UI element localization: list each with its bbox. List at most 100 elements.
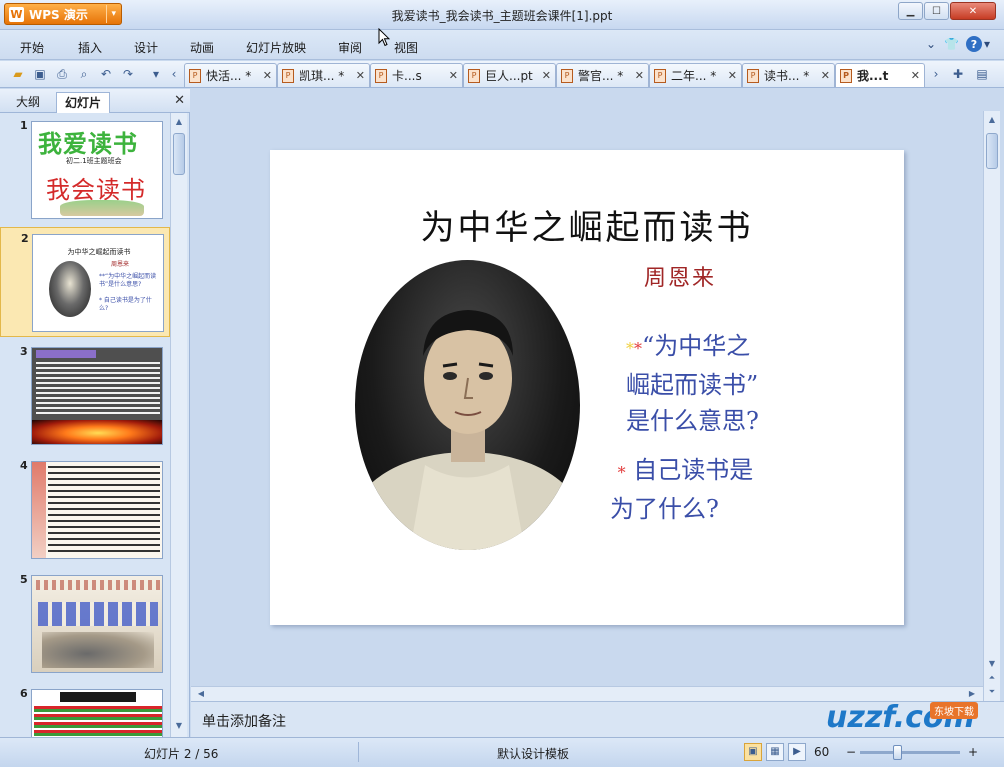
design-template-name[interactable]: 默认设计模板: [497, 745, 569, 762]
zoom-slider[interactable]: [860, 751, 960, 754]
slide-number: 3: [20, 345, 28, 358]
slide-thumbnail[interactable]: 6: [0, 683, 170, 737]
menu-start[interactable]: 开始: [20, 39, 44, 56]
help-icon[interactable]: ?: [966, 36, 982, 52]
doc-tab[interactable]: P 二年... * ✕: [649, 63, 742, 87]
doc-tab[interactable]: P 读书... * ✕: [742, 63, 835, 87]
book-image: [60, 200, 144, 216]
scroll-right-icon[interactable]: ▶: [965, 687, 979, 701]
slide-number: 2: [21, 232, 29, 245]
slide-sorter-icon[interactable]: ▦: [766, 743, 784, 761]
doc-tab-label: 二年... *: [671, 69, 717, 83]
menu-review[interactable]: 审阅: [338, 39, 362, 56]
previous-slide-icon[interactable]: ⏶: [985, 671, 999, 685]
ppt-file-icon: P: [189, 68, 201, 83]
slide-thumbnail[interactable]: 5: [0, 569, 170, 679]
scroll-down-icon[interactable]: ▼: [985, 657, 999, 671]
scroll-left-icon[interactable]: ◀: [194, 687, 208, 701]
slide-preview: 我爱读书 初二.1班主题班会 我会读书: [31, 121, 163, 219]
slide-title[interactable]: 为中华之崛起而读书: [270, 200, 904, 249]
notes-placeholder[interactable]: 单击添加备注: [202, 711, 286, 731]
close-panel-icon[interactable]: ✕: [174, 93, 185, 108]
doc-tab[interactable]: P 警官... * ✕: [556, 63, 649, 87]
editor-scrollbar[interactable]: ▲ ▼ ⏶ ⏷: [983, 111, 1000, 703]
portrait-image[interactable]: [355, 260, 580, 550]
slide-canvas[interactable]: 为中华之崛起而读书 周恩来 **“为中华之 崛起而读书” 是什么意思? * 自己…: [270, 150, 904, 625]
menu-animation[interactable]: 动画: [190, 39, 214, 56]
scroll-down-icon[interactable]: ▼: [172, 719, 186, 733]
scroll-thumb[interactable]: [986, 133, 998, 169]
scroll-up-icon[interactable]: ▲: [985, 113, 999, 127]
tab-outline[interactable]: 大纲: [8, 92, 48, 113]
doc-tab-label: 巨人...pt: [485, 69, 533, 83]
close-window-button[interactable]: ✕: [950, 2, 996, 20]
close-tab-icon[interactable]: ✕: [821, 69, 830, 82]
next-slide-icon[interactable]: ⏷: [985, 685, 999, 699]
close-tab-icon[interactable]: ✕: [911, 69, 920, 82]
slide-number: 6: [20, 687, 28, 700]
tabs-scroll-left-icon[interactable]: ‹: [166, 66, 182, 82]
menu-view[interactable]: 视图: [394, 39, 418, 56]
slide-thumbnail[interactable]: 3: [0, 341, 170, 451]
new-tab-plus-icon[interactable]: ✚: [950, 66, 966, 82]
window-title: 我爱读书_我会读书_主题班会课件[1].ppt: [391, 9, 613, 23]
slide-preview: [31, 575, 163, 673]
slides-panel: 大纲 幻灯片 ✕ 1 我爱读书 初二.1班主题班会 我会读书 2 为中华之崛起而…: [0, 89, 190, 737]
thumb-title: 我爱读书: [38, 129, 138, 158]
slide-thumbnail-selected[interactable]: 2 为中华之崛起而读书 周恩来 **“为中华之崛起而读书”是什么意思? * 自己…: [0, 227, 170, 337]
redo-icon[interactable]: ↷: [120, 66, 136, 82]
doc-tab[interactable]: P 巨人...pt ✕: [463, 63, 556, 87]
tab-slides[interactable]: 幻灯片: [56, 92, 111, 113]
tab-list-icon[interactable]: ▤: [974, 66, 990, 82]
close-tab-icon[interactable]: ✕: [542, 69, 551, 82]
close-tab-icon[interactable]: ✕: [635, 69, 644, 82]
text-block: [34, 706, 162, 736]
doc-tab-label: 警官... *: [578, 69, 624, 83]
menu-insert[interactable]: 插入: [78, 39, 102, 56]
toolbar-dropdown-icon[interactable]: ▾: [148, 66, 164, 82]
ribbon-collapse-icon[interactable]: ⌄: [926, 37, 936, 51]
doc-tab-label: 凯琪... *: [299, 69, 345, 83]
slide-number: 5: [20, 573, 28, 586]
undo-icon[interactable]: ↶: [98, 66, 114, 82]
close-tab-icon[interactable]: ✕: [356, 69, 365, 82]
close-tab-icon[interactable]: ✕: [449, 69, 458, 82]
slide-counter: 幻灯片 2 / 56: [144, 747, 219, 761]
slide-preview: 为中华之崛起而读书 周恩来 **“为中华之崛起而读书”是什么意思? * 自己读书…: [32, 234, 164, 332]
normal-view-icon[interactable]: ▣: [744, 743, 762, 761]
open-folder-icon[interactable]: ▰: [10, 66, 26, 82]
slide-author[interactable]: 周恩来: [644, 260, 716, 292]
ppt-file-icon: P: [282, 68, 294, 83]
maximize-button[interactable]: ☐: [924, 2, 949, 20]
slideshow-icon[interactable]: ▶: [788, 743, 806, 761]
thumb-question-2: * 自己读书是为了什么?: [99, 297, 152, 312]
skin-shirt-icon[interactable]: 👕: [944, 37, 959, 51]
print-preview-icon[interactable]: ⌕: [76, 66, 92, 82]
question-2[interactable]: * 自己读书是 为了什么?: [610, 452, 753, 527]
panel-tabs: 大纲 幻灯片 ✕: [0, 89, 190, 113]
doc-tab[interactable]: P 卡...s ✕: [370, 63, 463, 87]
slide-thumbnail[interactable]: 4: [0, 455, 170, 565]
menu-slideshow[interactable]: 幻灯片放映: [246, 39, 306, 56]
doc-tab[interactable]: P 快活... * ✕: [184, 63, 277, 87]
close-tab-icon[interactable]: ✕: [728, 69, 737, 82]
doc-tab[interactable]: P 凯琪... * ✕: [277, 63, 370, 87]
doc-tab-active[interactable]: P 我...t ✕: [835, 63, 925, 87]
menu-design[interactable]: 设计: [134, 39, 158, 56]
slide-number: 1: [20, 119, 28, 132]
scroll-thumb[interactable]: [173, 133, 185, 175]
panel-scrollbar[interactable]: ▲ ▼: [170, 113, 187, 737]
save-icon[interactable]: ▣: [32, 66, 48, 82]
help-dropdown-icon[interactable]: ▾: [984, 37, 990, 51]
mouse-cursor-icon: [378, 28, 390, 47]
slide-thumbnail[interactable]: 1 我爱读书 初二.1班主题班会 我会读书: [0, 115, 170, 225]
tabs-scroll-right-icon[interactable]: ›: [928, 66, 944, 82]
print-icon[interactable]: ⎙: [54, 66, 70, 82]
close-tab-icon[interactable]: ✕: [263, 69, 272, 82]
minimize-button[interactable]: ▁: [898, 2, 923, 20]
editor-hscrollbar[interactable]: ◀ ▶: [191, 686, 983, 701]
scroll-up-icon[interactable]: ▲: [172, 115, 186, 129]
bullet-star-icon: *: [617, 463, 626, 482]
ppt-file-icon: P: [375, 68, 387, 83]
question-1[interactable]: **“为中华之 崛起而读书” 是什么意思?: [626, 328, 759, 439]
